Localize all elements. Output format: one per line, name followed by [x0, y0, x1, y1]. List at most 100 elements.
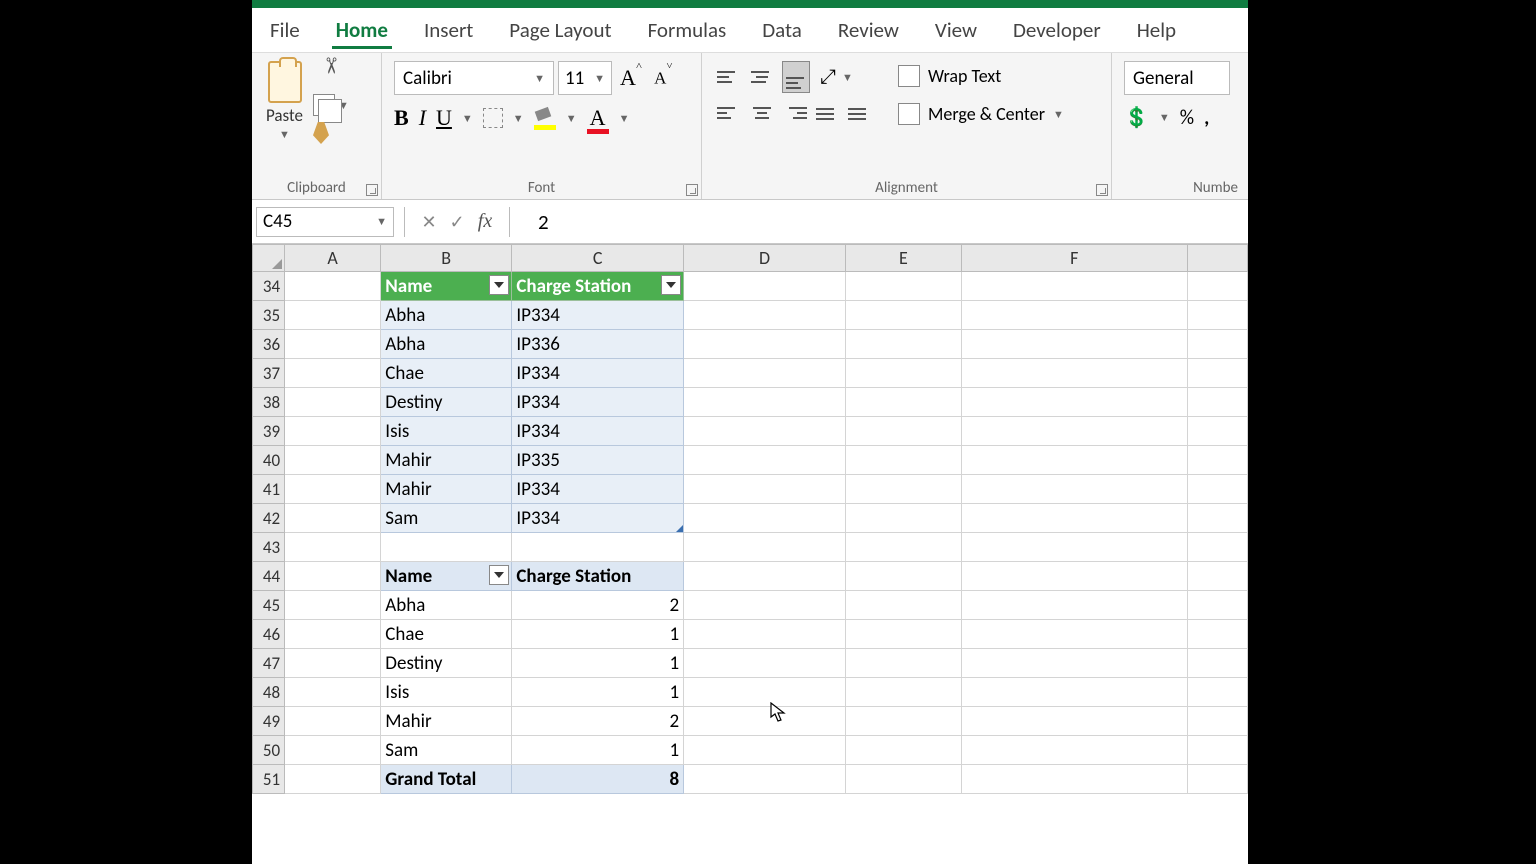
cell[interactable]: [962, 417, 1188, 446]
cell[interactable]: [1188, 649, 1248, 678]
cell[interactable]: [846, 620, 962, 649]
row-header[interactable]: 36: [252, 330, 285, 359]
cell[interactable]: [962, 388, 1188, 417]
cell[interactable]: Destiny: [381, 388, 512, 417]
cell[interactable]: 1: [512, 736, 684, 765]
cell[interactable]: [285, 707, 381, 736]
cell[interactable]: [285, 330, 381, 359]
name-box[interactable]: C45▼: [256, 207, 394, 237]
cell[interactable]: Mahir: [381, 475, 512, 504]
cell[interactable]: [846, 533, 962, 562]
cell[interactable]: [962, 562, 1188, 591]
cell[interactable]: Chae: [381, 359, 512, 388]
copy-button[interactable]: ▼: [313, 94, 349, 116]
row-header[interactable]: 50: [252, 736, 285, 765]
cell[interactable]: [846, 504, 962, 533]
cell[interactable]: [846, 707, 962, 736]
cell[interactable]: [846, 417, 962, 446]
font-name-select[interactable]: Calibri▼: [394, 61, 554, 95]
cell[interactable]: [1188, 417, 1248, 446]
italic-button[interactable]: I: [419, 105, 426, 131]
cell[interactable]: [846, 678, 962, 707]
cell[interactable]: [962, 272, 1188, 301]
cell[interactable]: 1: [512, 649, 684, 678]
font-size-select[interactable]: 11▼: [558, 61, 612, 95]
paste-button[interactable]: Paste ▼: [260, 57, 309, 145]
cell[interactable]: [1188, 533, 1248, 562]
row-header[interactable]: 43: [252, 533, 285, 562]
cell[interactable]: [285, 765, 381, 794]
comma-format-button[interactable]: ,: [1204, 106, 1209, 130]
cell[interactable]: [381, 533, 512, 562]
insert-function-button[interactable]: fx: [471, 210, 499, 233]
cell[interactable]: [285, 504, 381, 533]
cell[interactable]: Abha: [381, 330, 512, 359]
row-header[interactable]: 47: [252, 649, 285, 678]
cell[interactable]: [285, 649, 381, 678]
cell[interactable]: [962, 330, 1188, 359]
cell[interactable]: Isis: [381, 678, 512, 707]
cell[interactable]: [846, 649, 962, 678]
cell[interactable]: IP334: [512, 359, 684, 388]
align-top-button[interactable]: [714, 61, 742, 93]
tab-file[interactable]: File: [266, 11, 304, 49]
cell[interactable]: [285, 359, 381, 388]
cell[interactable]: [684, 504, 846, 533]
row-header[interactable]: 39: [252, 417, 285, 446]
row-header[interactable]: 40: [252, 446, 285, 475]
formula-input[interactable]: 2: [520, 209, 1248, 235]
cell[interactable]: [285, 272, 381, 301]
cell[interactable]: IP336: [512, 330, 684, 359]
cell[interactable]: [684, 446, 846, 475]
cell[interactable]: Abha: [381, 591, 512, 620]
percent-format-button[interactable]: %: [1180, 106, 1194, 130]
cell[interactable]: [1188, 562, 1248, 591]
column-header-g[interactable]: [1188, 244, 1248, 272]
cell[interactable]: [962, 446, 1188, 475]
cell[interactable]: [962, 765, 1188, 794]
row-header[interactable]: 49: [252, 707, 285, 736]
row-header[interactable]: 45: [252, 591, 285, 620]
cancel-formula-button[interactable]: ✕: [415, 211, 443, 233]
filter-icon[interactable]: [489, 565, 509, 585]
borders-button[interactable]: [483, 108, 503, 128]
cell[interactable]: [285, 301, 381, 330]
cell[interactable]: [1188, 388, 1248, 417]
cell[interactable]: Sam: [381, 736, 512, 765]
cell[interactable]: [846, 736, 962, 765]
align-middle-button[interactable]: [748, 61, 776, 93]
cell[interactable]: [962, 678, 1188, 707]
align-bottom-button[interactable]: [782, 61, 810, 93]
cell[interactable]: [1188, 301, 1248, 330]
cell[interactable]: [285, 475, 381, 504]
align-left-button[interactable]: [714, 97, 742, 129]
column-header-f[interactable]: F: [962, 244, 1188, 272]
cell[interactable]: [684, 765, 846, 794]
cell[interactable]: [962, 359, 1188, 388]
column-header-a[interactable]: A: [285, 244, 381, 272]
cell[interactable]: [684, 388, 846, 417]
cell[interactable]: [285, 533, 381, 562]
align-right-button[interactable]: [782, 97, 810, 129]
cell[interactable]: [1188, 475, 1248, 504]
table-header-name[interactable]: Name: [381, 272, 512, 301]
row-header[interactable]: 34: [252, 272, 285, 301]
cell[interactable]: [285, 388, 381, 417]
cut-button[interactable]: ✂: [317, 57, 344, 93]
cell[interactable]: [962, 301, 1188, 330]
tab-review[interactable]: Review: [834, 11, 903, 49]
tab-data[interactable]: Data: [758, 11, 806, 49]
cell[interactable]: [285, 446, 381, 475]
cell[interactable]: 2: [512, 591, 684, 620]
cell[interactable]: [1188, 504, 1248, 533]
pivot-grand-total-value[interactable]: 8: [512, 765, 684, 794]
cell[interactable]: [684, 301, 846, 330]
row-header[interactable]: 37: [252, 359, 285, 388]
cell[interactable]: IP334: [512, 475, 684, 504]
row-header[interactable]: 46: [252, 620, 285, 649]
cell[interactable]: [1188, 707, 1248, 736]
cell[interactable]: [1188, 359, 1248, 388]
cell[interactable]: [684, 649, 846, 678]
row-header[interactable]: 41: [252, 475, 285, 504]
cell[interactable]: [285, 417, 381, 446]
